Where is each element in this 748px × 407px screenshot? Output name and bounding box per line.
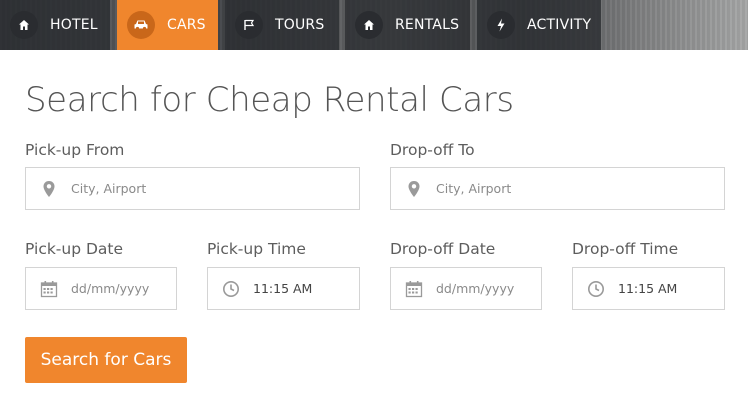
tab-cars-label: CARS (167, 17, 206, 33)
dropoff-time-value: 11:15 AM (618, 281, 678, 296)
dropoff-date-placeholder: dd/mm/yyyy (436, 281, 515, 296)
map-marker-icon (404, 179, 424, 199)
clock-icon (586, 279, 606, 299)
search-type-tabs: HOTEL CARS TOURS RENTALS ACTIVITY (0, 0, 748, 50)
pickup-from-placeholder: City, Airport (71, 181, 147, 196)
pickup-from-input[interactable]: City, Airport (25, 167, 360, 210)
tab-tours[interactable]: TOURS (225, 0, 339, 50)
dropoff-date-label: Drop-off Date (390, 240, 496, 258)
dropoff-to-placeholder: City, Airport (436, 181, 512, 196)
pickup-date-placeholder: dd/mm/yyyy (71, 281, 150, 296)
pickup-date-label: Pick-up Date (25, 240, 124, 258)
home-icon (355, 11, 383, 39)
pickup-time-input[interactable]: 11:15 AM (207, 267, 360, 310)
tab-rentals[interactable]: RENTALS (345, 0, 470, 50)
car-icon (127, 11, 155, 39)
home-icon (10, 11, 38, 39)
tab-tours-label: TOURS (275, 17, 325, 33)
dropoff-to-input[interactable]: City, Airport (390, 167, 725, 210)
bolt-icon (487, 11, 515, 39)
map-marker-icon (39, 179, 59, 199)
calendar-icon (404, 279, 424, 299)
tab-rentals-label: RENTALS (395, 17, 460, 33)
dropoff-to-label: Drop-off To (390, 141, 475, 159)
tab-activity-label: ACTIVITY (527, 17, 592, 33)
page-title: Search for Cheap Rental Cars (25, 80, 514, 120)
dropoff-time-input[interactable]: 11:15 AM (572, 267, 725, 310)
search-cars-button[interactable]: Search for Cars (25, 337, 187, 383)
tab-hotel[interactable]: HOTEL (0, 0, 110, 50)
pickup-time-value: 11:15 AM (253, 281, 313, 296)
clock-icon (221, 279, 241, 299)
dropoff-time-label: Drop-off Time (572, 240, 679, 258)
dropoff-date-input[interactable]: dd/mm/yyyy (390, 267, 542, 310)
pickup-time-label: Pick-up Time (207, 240, 306, 258)
calendar-icon (39, 279, 59, 299)
flag-icon (235, 11, 263, 39)
pickup-date-input[interactable]: dd/mm/yyyy (25, 267, 177, 310)
tab-cars[interactable]: CARS (117, 0, 218, 50)
pickup-from-label: Pick-up From (25, 141, 125, 159)
tab-hotel-label: HOTEL (50, 17, 98, 33)
tab-activity[interactable]: ACTIVITY (477, 0, 601, 50)
